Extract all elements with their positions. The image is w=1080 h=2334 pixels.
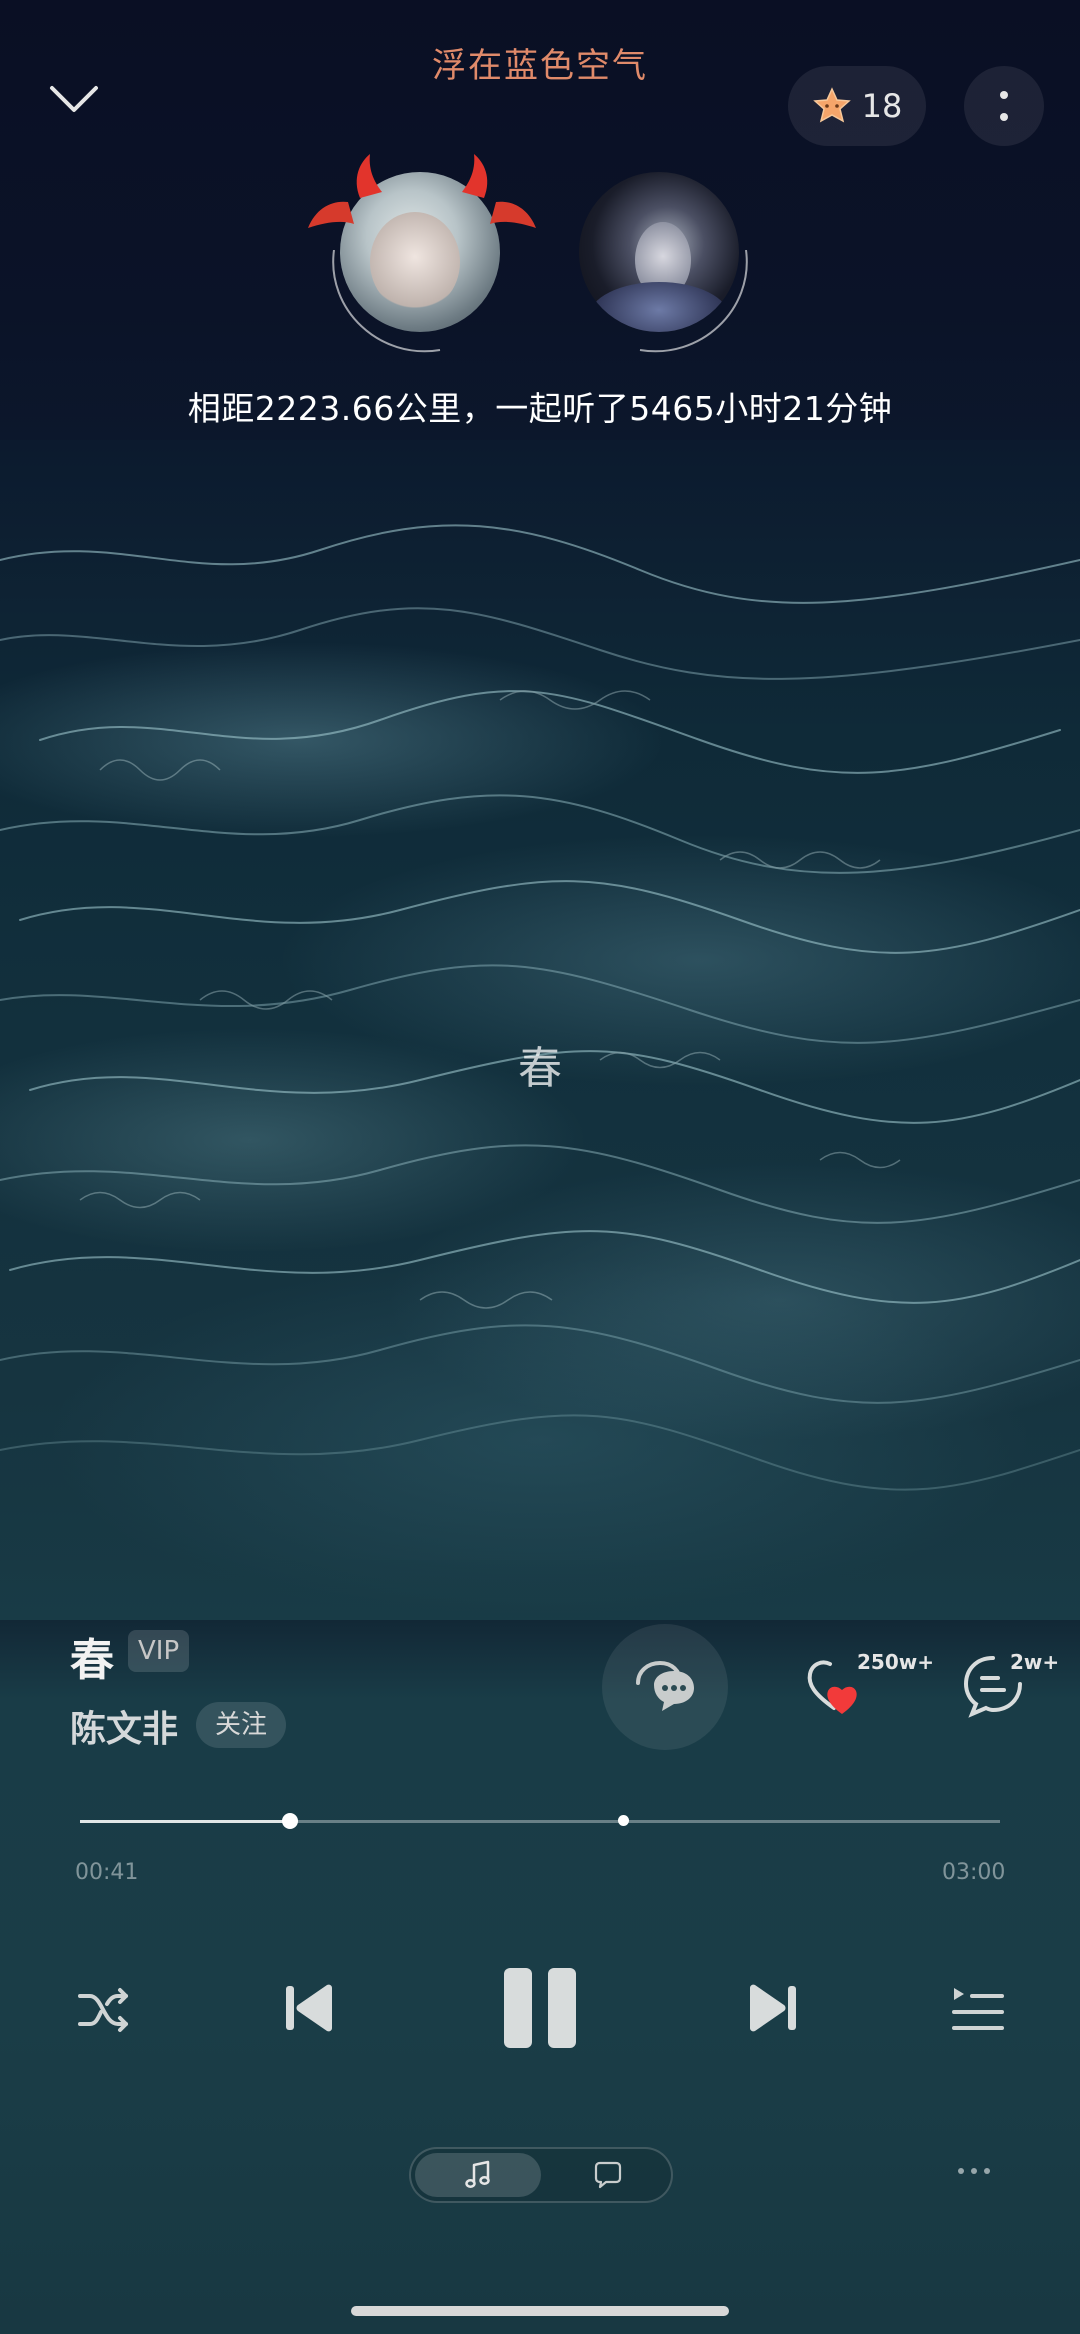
total-time: 03:00	[942, 1860, 1006, 1885]
listen-together-stats: 相距2223.66公里，一起听了5465小时21分钟	[187, 389, 893, 428]
tab-music[interactable]	[415, 2153, 541, 2197]
more-vertical-icon	[1000, 91, 1008, 99]
star-badge-button[interactable]: 18	[788, 66, 926, 146]
star-count: 18	[861, 87, 903, 125]
tab-chat[interactable]	[545, 2153, 671, 2197]
chat-button[interactable]	[602, 1624, 728, 1750]
chat-bubble-icon	[594, 2161, 622, 2189]
progress-played	[80, 1820, 290, 1823]
progress-bar[interactable]	[80, 1813, 1000, 1829]
progress-marker	[617, 1815, 629, 1826]
current-time: 00:41	[75, 1860, 139, 1885]
home-indicator	[351, 2306, 729, 2316]
water-ripple-overlay	[0, 524, 1080, 1491]
next-icon[interactable]	[744, 1980, 800, 2036]
playlist-icon[interactable]	[950, 1982, 1006, 2038]
devil-horns-icon	[308, 154, 536, 228]
vip-badge: VIP	[128, 1630, 190, 1672]
mode-switch	[409, 2147, 673, 2203]
chat-bubbles-icon	[636, 1660, 694, 1711]
progress-knob[interactable]	[281, 1813, 298, 1829]
comment-count: 2w+	[1010, 1650, 1060, 1674]
more-horizontal-icon[interactable]	[958, 2168, 990, 2174]
shuffle-icon[interactable]	[76, 1982, 132, 2038]
song-title: 春	[70, 1635, 114, 1686]
music-note-icon	[465, 2160, 490, 2188]
previous-icon[interactable]	[282, 1980, 338, 2036]
star-icon	[812, 87, 851, 123]
pause-button[interactable]	[504, 1968, 576, 2048]
pause-icon	[504, 1968, 532, 2048]
avatar-partner[interactable]	[579, 172, 739, 332]
current-lyric[interactable]: 春	[0, 1032, 1080, 1096]
like-count: 250w+	[857, 1650, 934, 1674]
follow-button[interactable]: 关注	[196, 1702, 286, 1748]
player-panel-background	[0, 1560, 1080, 2334]
page-title: 浮在蓝色空气	[432, 46, 648, 86]
artist-name[interactable]: 陈文非	[70, 1700, 178, 1752]
more-options-button[interactable]	[964, 66, 1044, 146]
